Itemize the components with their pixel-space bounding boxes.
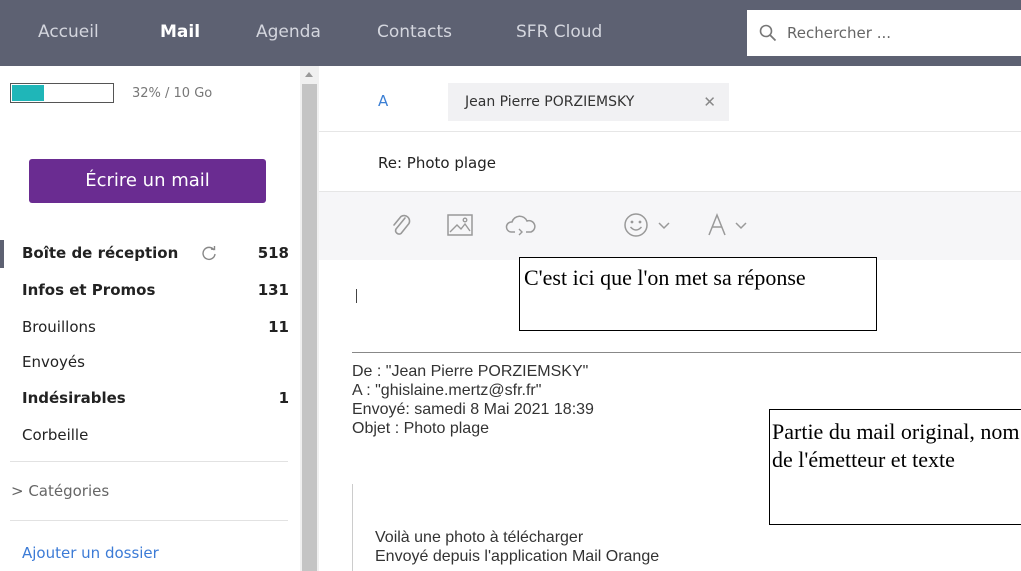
folder-drafts[interactable]: Brouillons 11 bbox=[0, 310, 300, 344]
nav-mail[interactable]: Mail bbox=[160, 22, 200, 42]
sidebar-scrollbar[interactable] bbox=[300, 66, 319, 571]
quoted-from: De : "Jean Pierre PORZIEMSKY" bbox=[352, 363, 589, 380]
folder-name: Infos et Promos bbox=[22, 281, 156, 299]
reply-annotation: C'est ici que l'on met sa réponse bbox=[519, 257, 877, 331]
folder-name: Envoyés bbox=[22, 353, 85, 371]
folder-count: 1 bbox=[278, 389, 289, 407]
folder-trash[interactable]: Corbeille bbox=[0, 418, 300, 452]
search-input[interactable]: Rechercher ... bbox=[747, 10, 1021, 56]
folder-name: Indésirables bbox=[22, 389, 126, 407]
image-icon[interactable] bbox=[446, 212, 474, 238]
storage-quota-text: 32% / 10 Go bbox=[132, 86, 213, 101]
editor-toolbar bbox=[319, 192, 1021, 260]
search-icon bbox=[759, 24, 777, 42]
nav-agenda[interactable]: Agenda bbox=[256, 22, 321, 42]
storage-quota-fill bbox=[12, 85, 44, 101]
quoted-to: A : "ghislaine.mertz@sfr.fr" bbox=[352, 382, 542, 399]
folder-spam[interactable]: Indésirables 1 bbox=[0, 381, 300, 415]
compose-pane: A Jean Pierre PORZIEMSKY ✕ Re: Photo pla… bbox=[319, 66, 1021, 571]
folder-infos-promos[interactable]: Infos et Promos 131 bbox=[0, 273, 300, 307]
nav-sfr-cloud[interactable]: SFR Cloud bbox=[516, 22, 602, 42]
folder-name: Boîte de réception bbox=[22, 244, 179, 262]
folder-count: 11 bbox=[268, 318, 289, 336]
folder-count: 518 bbox=[257, 244, 289, 262]
quoted-subject: Objet : Photo plage bbox=[352, 420, 489, 437]
folder-name: Corbeille bbox=[22, 426, 89, 444]
categories-toggle[interactable]: > Catégories bbox=[11, 482, 109, 500]
search-placeholder: Rechercher ... bbox=[787, 24, 892, 42]
scrollbar-thumb[interactable] bbox=[302, 84, 317, 571]
original-mail-annotation: Partie du mail original, nom de l'émette… bbox=[769, 409, 1021, 525]
recipient-chip[interactable]: Jean Pierre PORZIEMSKY ✕ bbox=[448, 83, 729, 121]
folder-count: 131 bbox=[257, 281, 289, 299]
quote-bar bbox=[352, 484, 353, 571]
nav-contacts[interactable]: Contacts bbox=[377, 22, 452, 42]
compose-button[interactable]: Écrire un mail bbox=[29, 159, 266, 203]
close-icon[interactable]: ✕ bbox=[703, 83, 716, 121]
quoted-body-line: Envoyé depuis l'application Mail Orange bbox=[375, 548, 660, 565]
font-format-icon[interactable] bbox=[706, 212, 728, 238]
subject-value: Re: Photo plage bbox=[378, 154, 496, 172]
storage-quota-bar bbox=[10, 83, 114, 103]
quoted-header: De : "Jean Pierre PORZIEMSKY" A : "ghisl… bbox=[352, 362, 594, 438]
refresh-icon[interactable] bbox=[201, 245, 217, 261]
divider bbox=[10, 520, 288, 521]
chevron-down-icon[interactable] bbox=[734, 212, 748, 238]
chevron-down-icon[interactable] bbox=[657, 212, 671, 238]
nav-accueil[interactable]: Accueil bbox=[38, 22, 99, 42]
quote-separator bbox=[352, 352, 1021, 353]
folder-sent[interactable]: Envoyés bbox=[0, 345, 300, 379]
add-folder-link[interactable]: Ajouter un dossier bbox=[22, 544, 159, 562]
top-navigation: Accueil Mail Agenda Contacts SFR Cloud R… bbox=[0, 0, 1021, 66]
folder-name: Brouillons bbox=[22, 318, 96, 336]
quoted-body-line: Voilà une photo à télécharger bbox=[375, 529, 584, 546]
cloud-icon[interactable] bbox=[505, 212, 537, 238]
recipient-name: Jean Pierre PORZIEMSKY bbox=[465, 94, 635, 110]
to-label[interactable]: A bbox=[378, 92, 388, 110]
divider bbox=[10, 461, 288, 462]
folder-inbox[interactable]: Boîte de réception 518 bbox=[0, 236, 300, 270]
quoted-body: Voilà une photo à télécharger Envoyé dep… bbox=[375, 528, 659, 566]
text-cursor bbox=[356, 289, 357, 303]
quoted-sent: Envoyé: samedi 8 Mai 2021 18:39 bbox=[352, 401, 594, 418]
emoji-icon[interactable] bbox=[622, 212, 650, 238]
attachment-icon[interactable] bbox=[389, 212, 413, 238]
sidebar: 32% / 10 Go Écrire un mail Boîte de réce… bbox=[0, 66, 300, 571]
recipient-row: A Jean Pierre PORZIEMSKY ✕ bbox=[319, 66, 1021, 132]
subject-field[interactable]: Re: Photo plage bbox=[319, 132, 1021, 192]
scroll-up-arrow-icon[interactable] bbox=[305, 72, 313, 77]
